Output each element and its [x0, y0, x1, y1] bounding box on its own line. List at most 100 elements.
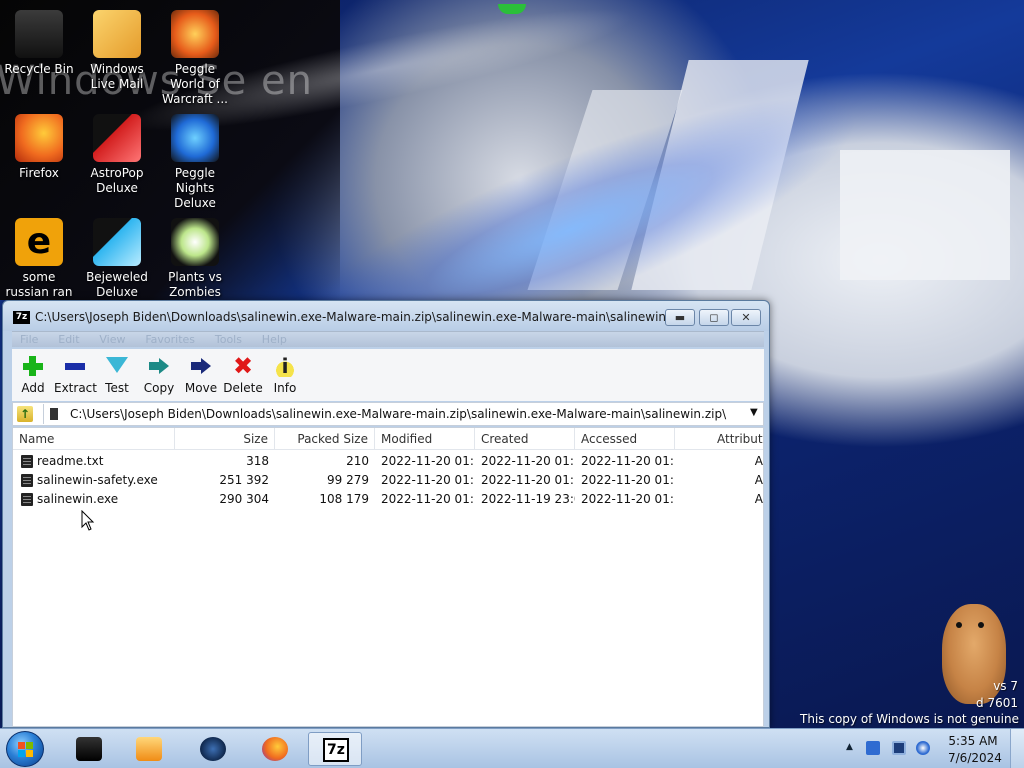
desktop-icon-label: Plants vs Zombies: [168, 270, 222, 299]
desktop-icon-astropop[interactable]: AstroPop Deluxe: [78, 110, 156, 196]
menu-edit[interactable]: Edit: [58, 332, 79, 348]
watermark-line: vs 7: [993, 679, 1018, 693]
extract-button[interactable]: Extract: [54, 353, 97, 395]
desktop-icon-recycle-bin[interactable]: Recycle Bin: [0, 6, 78, 77]
black-box-icon: [76, 737, 102, 761]
tray-volume-icon[interactable]: [916, 741, 930, 755]
copy-label: Copy: [143, 381, 175, 395]
7zip-icon: 7z: [323, 738, 349, 762]
start-button[interactable]: [6, 731, 44, 767]
window-title: C:\Users\Joseph Biden\Downloads\salinewi…: [35, 310, 692, 324]
taskbar-item-terminal[interactable]: [62, 732, 116, 766]
info-button[interactable]: i Info: [264, 353, 306, 395]
add-button[interactable]: Add: [12, 353, 54, 395]
file-accessed: 2022-11-20 01:14: [581, 454, 675, 468]
desktop-icon-peggle-nights[interactable]: Peggle Nights Deluxe: [156, 110, 234, 211]
file-modified: 2022-11-20 01:12: [381, 473, 475, 487]
maximize-button[interactable]: ◻: [699, 309, 729, 326]
desktop-icon-bejeweled[interactable]: Bejeweled Deluxe: [78, 214, 156, 300]
menu-tools[interactable]: Tools: [215, 332, 242, 348]
desktop-icon-label: Peggle Nights Deluxe: [174, 166, 216, 210]
bejeweled-icon: [93, 218, 141, 266]
file-list: Name Size Packed Size Modified Created A…: [12, 427, 764, 727]
clock-time[interactable]: 5:35 AM: [948, 734, 998, 748]
desktop-icon-plants-vs-zombies[interactable]: Plants vs Zombies: [156, 214, 234, 300]
extract-label: Extract: [54, 381, 97, 395]
close-button[interactable]: ✕: [731, 309, 761, 326]
tray-flag-icon[interactable]: [866, 741, 880, 755]
column-name[interactable]: Name: [13, 428, 175, 450]
chevron-down-icon[interactable]: ▼: [750, 407, 758, 418]
minimize-button[interactable]: ▬: [665, 309, 695, 326]
column-packed-size[interactable]: Packed Size: [275, 428, 375, 450]
test-button[interactable]: Test: [96, 353, 138, 395]
taskbar-item-7zip[interactable]: 7z: [308, 732, 362, 766]
desktop-icon-firefox[interactable]: Firefox: [0, 110, 78, 181]
checkmark-icon: [105, 355, 129, 377]
file-created: 2022-11-20 01:12: [481, 473, 575, 487]
tray-expand-icon[interactable]: ▲: [846, 742, 853, 752]
pvz-icon: [171, 218, 219, 266]
7zip-app-icon[interactable]: 7z: [13, 311, 30, 324]
desktop-icon-peggle-wow[interactable]: Peggle World of Warcraft ...: [156, 6, 234, 107]
menu-view[interactable]: View: [99, 332, 125, 348]
delete-label: Delete: [223, 381, 263, 395]
globe-icon: [200, 737, 226, 761]
plus-icon: [21, 355, 45, 377]
column-size[interactable]: Size: [175, 428, 275, 450]
info-icon: i: [273, 355, 297, 377]
taskbar-item-media-player[interactable]: [122, 732, 176, 766]
table-row[interactable]: salinewin.exe 290 304 108 179 2022-11-20…: [13, 490, 763, 509]
folder-up-icon[interactable]: ↑: [17, 406, 33, 422]
copy-button[interactable]: Copy: [138, 353, 180, 395]
column-created[interactable]: Created: [475, 428, 575, 450]
info-label: Info: [273, 381, 297, 395]
address-bar: ↑ C:\Users\Joseph Biden\Downloads\saline…: [12, 402, 764, 426]
menu-bar: File Edit View Favorites Tools Help: [12, 331, 764, 347]
ie-icon: e: [15, 218, 63, 266]
test-label: Test: [105, 381, 129, 395]
file-attributes: A: [754, 473, 763, 487]
archive-icon: [50, 408, 58, 420]
move-button[interactable]: Move: [180, 353, 222, 395]
column-header: Name Size Packed Size Modified Created A…: [13, 428, 763, 450]
menu-file[interactable]: File: [20, 332, 38, 348]
firefox-icon: [15, 114, 63, 162]
column-accessed[interactable]: Accessed: [575, 428, 675, 450]
watermark-not-genuine: This copy of Windows is not genuine: [800, 712, 1019, 726]
desktop-icon-label: Peggle World of Warcraft ...: [162, 62, 228, 106]
file-accessed: 2022-11-20 01:12: [581, 473, 675, 487]
taskbar: 7z ▲ 5:35 AM 7/6/2024: [0, 728, 1024, 768]
taskbar-item-firefox[interactable]: [248, 732, 302, 766]
file-created: 2022-11-19 23:06: [481, 492, 575, 506]
tray-network-icon[interactable]: [892, 741, 906, 755]
file-attributes: A: [754, 454, 763, 468]
column-modified[interactable]: Modified: [375, 428, 475, 450]
desktop-icon-label: Bejeweled Deluxe: [86, 270, 148, 299]
desktop-icon-label: Firefox: [19, 166, 59, 180]
table-row[interactable]: readme.txt 318 210 2022-11-20 01:14 2022…: [13, 452, 763, 471]
minus-icon: [63, 355, 87, 377]
path-combobox[interactable]: C:\Users\Joseph Biden\Downloads\salinewi…: [43, 404, 763, 424]
file-size: 290 304: [219, 492, 269, 506]
column-attributes[interactable]: Attribute: [675, 428, 763, 450]
astropop-icon: [93, 114, 141, 162]
media-player-icon: [136, 737, 162, 761]
clock-date[interactable]: 7/6/2024: [948, 751, 1002, 765]
mail-icon: [93, 10, 141, 58]
window-titlebar[interactable]: 7z C:\Users\Joseph Biden\Downloads\salin…: [3, 301, 769, 331]
peggle-icon: [171, 10, 219, 58]
taskbar-item-globe[interactable]: [186, 732, 240, 766]
toolbar: Add Extract Test Copy Move ✖ Delete i In…: [12, 349, 764, 401]
delete-button[interactable]: ✖ Delete: [222, 353, 264, 395]
file-name: readme.txt: [37, 454, 104, 468]
desktop-icon-label: AstroPop Deluxe: [90, 166, 144, 195]
file-modified: 2022-11-20 01:14: [381, 454, 475, 468]
desktop-icon-windows-live-mail[interactable]: Windows Live Mail: [78, 6, 156, 92]
menu-help[interactable]: Help: [262, 332, 287, 348]
menu-favorites[interactable]: Favorites: [145, 332, 195, 348]
firefox-icon: [262, 737, 288, 761]
show-desktop-button[interactable]: [1010, 729, 1024, 768]
file-modified: 2022-11-20 01:10: [381, 492, 475, 506]
table-row[interactable]: salinewin-safety.exe 251 392 99 279 2022…: [13, 471, 763, 490]
